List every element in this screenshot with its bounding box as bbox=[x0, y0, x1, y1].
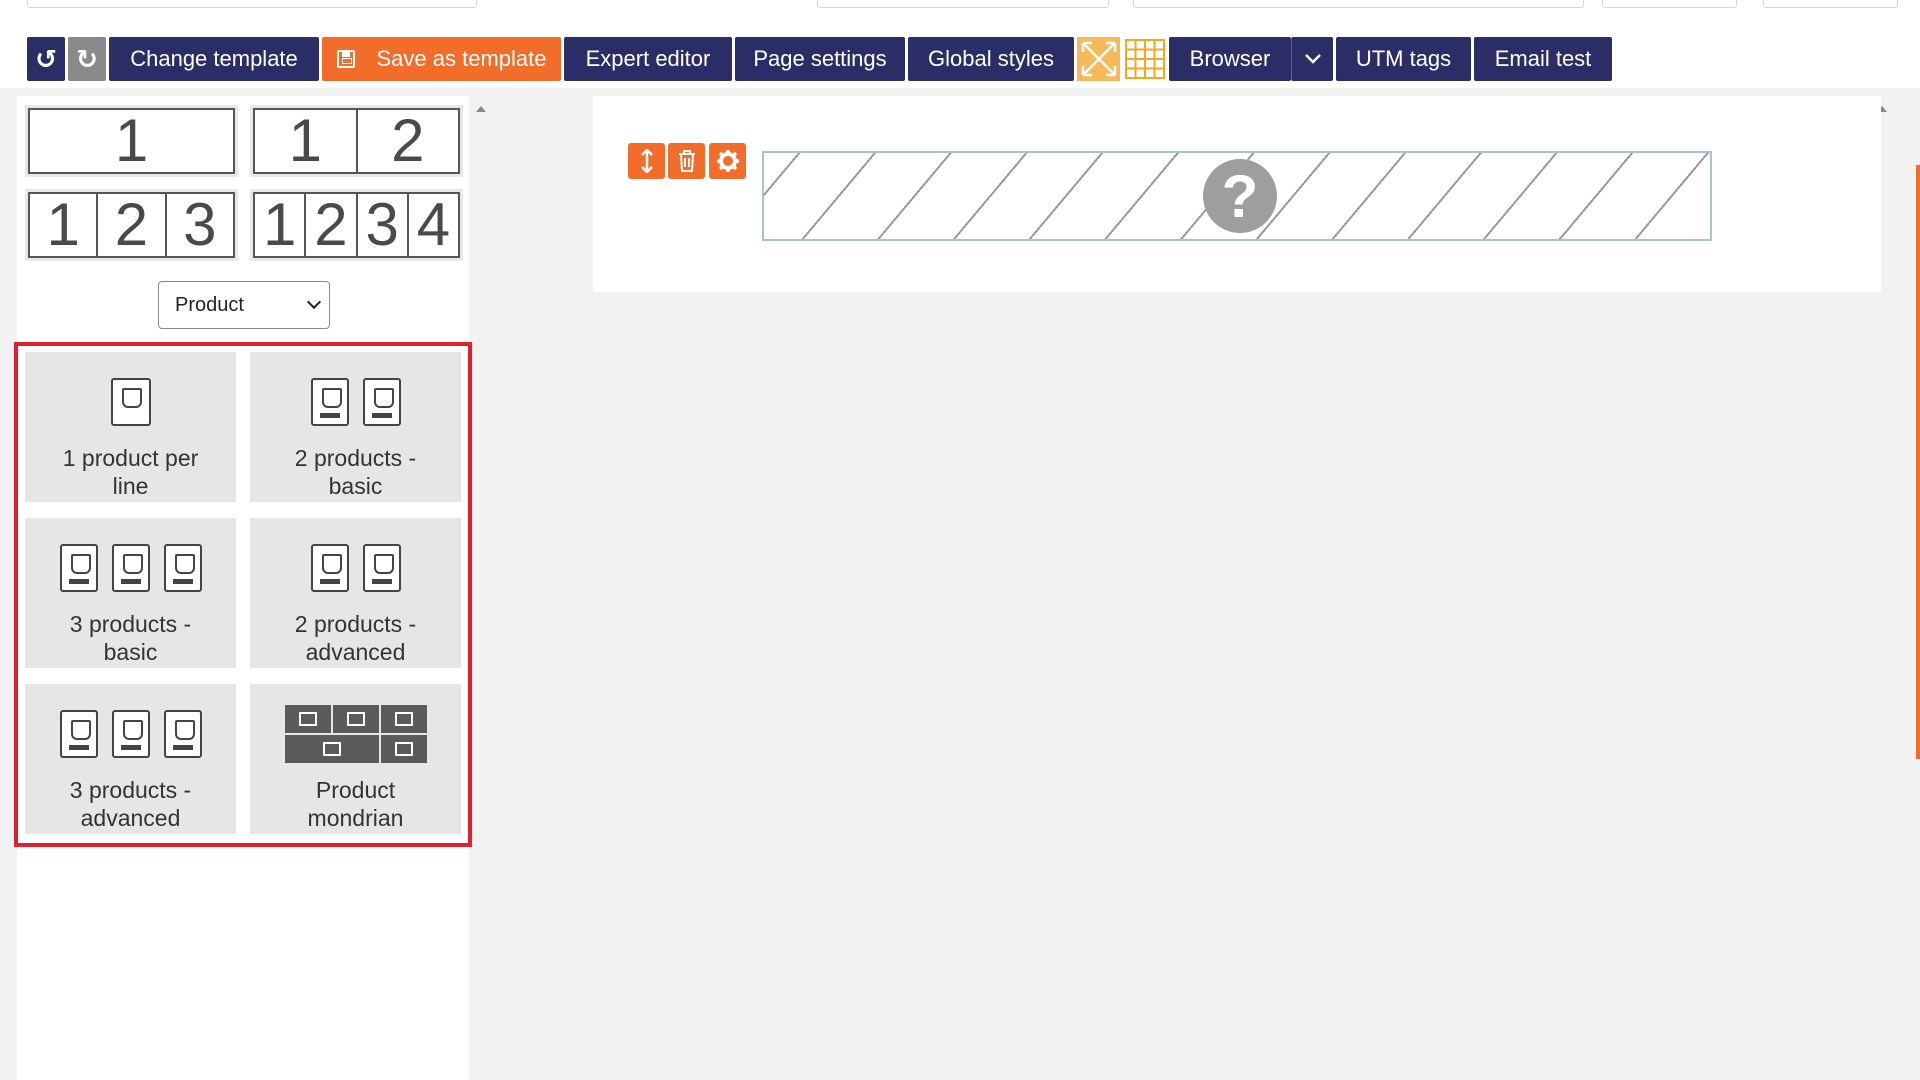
grid-toggle[interactable] bbox=[1123, 37, 1166, 81]
block-2-products-basic[interactable]: 2 products - basic bbox=[250, 352, 461, 502]
browser-label: Browser bbox=[1189, 46, 1271, 71]
image-icon bbox=[284, 705, 331, 733]
block-label: 3 products - advanced bbox=[69, 777, 192, 831]
global-styles-button[interactable]: Global styles bbox=[908, 37, 1074, 81]
question-mark-icon: ? bbox=[1203, 159, 1277, 233]
layout-two-columns[interactable]: 1 2 bbox=[253, 108, 460, 174]
change-template-label: Change template bbox=[130, 46, 298, 71]
layout-number: 4 bbox=[416, 191, 451, 258]
layout-number: 1 bbox=[30, 194, 99, 256]
block-3-products-advanced[interactable]: 3 products - advanced bbox=[25, 684, 236, 834]
block-category-value: Product bbox=[175, 293, 244, 316]
mondrian-grid-icon bbox=[284, 705, 427, 763]
image-icon bbox=[284, 735, 379, 763]
block-3-products-basic[interactable]: 3 products - basic bbox=[25, 518, 236, 668]
save-as-template-button[interactable]: Save as template bbox=[322, 37, 561, 81]
block-settings-button[interactable] bbox=[709, 143, 746, 179]
product-icon bbox=[163, 710, 202, 758]
block-product-mondrian[interactable]: Product mondrian bbox=[250, 684, 461, 834]
block-2-products-advanced[interactable]: 2 products - advanced bbox=[250, 518, 461, 668]
block-label: 2 products - advanced bbox=[294, 611, 417, 665]
delete-block-button[interactable] bbox=[668, 143, 705, 179]
question-mark-glyph: ? bbox=[1221, 162, 1259, 230]
top-field-1[interactable] bbox=[27, 0, 477, 8]
global-styles-label: Global styles bbox=[928, 46, 1054, 71]
expand-arrows-icon bbox=[1081, 41, 1116, 77]
move-block-button[interactable] bbox=[628, 143, 665, 179]
top-field-3[interactable] bbox=[1133, 0, 1584, 8]
redo-button[interactable]: ↻ bbox=[68, 37, 106, 81]
utm-tags-button[interactable]: UTM tags bbox=[1336, 37, 1471, 81]
layout-one-column[interactable]: 1 bbox=[28, 108, 235, 174]
top-field-4[interactable] bbox=[1602, 0, 1737, 8]
page-settings-button[interactable]: Page settings bbox=[735, 37, 905, 81]
expert-editor-button[interactable]: Expert editor bbox=[564, 37, 732, 81]
change-template-button[interactable]: Change template bbox=[109, 37, 319, 81]
layout-number: 1 bbox=[114, 107, 149, 174]
block-1-product-per-line[interactable]: 1 product per line bbox=[25, 352, 236, 502]
top-field-5[interactable] bbox=[1763, 0, 1898, 8]
product-hand-icon bbox=[110, 378, 151, 426]
layout-number: 1 bbox=[255, 110, 358, 172]
expert-editor-label: Expert editor bbox=[585, 46, 711, 71]
layout-number: 2 bbox=[306, 194, 358, 256]
block-label: 3 products - basic bbox=[69, 611, 192, 665]
browser-button[interactable]: Browser bbox=[1169, 37, 1291, 81]
layout-number: 2 bbox=[391, 107, 425, 174]
undo-button[interactable]: ↺ bbox=[27, 37, 65, 81]
browser-dropdown-button[interactable] bbox=[1291, 37, 1333, 81]
product-icon bbox=[59, 544, 98, 592]
product-icon bbox=[362, 378, 401, 426]
product-icon bbox=[59, 710, 98, 758]
top-field-2[interactable] bbox=[817, 0, 1109, 8]
layout-number: 3 bbox=[183, 191, 217, 258]
layout-number: 1 bbox=[255, 194, 307, 256]
product-icon bbox=[310, 544, 349, 592]
panel-scroll-up-arrow[interactable] bbox=[476, 106, 486, 112]
redo-icon: ↻ bbox=[76, 43, 98, 74]
image-icon bbox=[380, 705, 427, 733]
save-as-template-label: Save as template bbox=[376, 46, 547, 71]
block-label: 2 products - basic bbox=[294, 445, 417, 499]
undo-icon: ↺ bbox=[35, 43, 57, 74]
trash-icon bbox=[678, 150, 695, 172]
product-icon bbox=[111, 544, 150, 592]
gear-icon bbox=[716, 150, 739, 172]
product-icon bbox=[362, 544, 401, 592]
utm-tags-label: UTM tags bbox=[1355, 46, 1452, 71]
chevron-down-icon bbox=[1304, 54, 1321, 64]
chevron-down-icon bbox=[306, 294, 322, 310]
layout-four-columns[interactable]: 1 2 3 4 bbox=[253, 192, 460, 258]
block-label: 1 product per line bbox=[62, 445, 199, 499]
layout-three-columns[interactable]: 1 2 3 bbox=[28, 192, 235, 258]
product-icon bbox=[163, 544, 202, 592]
block-category-select[interactable]: Product bbox=[158, 281, 330, 329]
move-arrows-icon bbox=[640, 149, 653, 173]
floppy-disk-icon bbox=[336, 50, 355, 68]
layout-number: 3 bbox=[358, 194, 409, 256]
editor-toolbar: ↺ ↻ Change template Save as template Exp… bbox=[27, 37, 1615, 81]
block-label: Product mondrian bbox=[307, 777, 404, 831]
image-icon bbox=[380, 735, 427, 763]
blocks-panel: 1 1 2 1 2 3 1 2 3 4 Product 1 product pe… bbox=[14, 96, 472, 1080]
email-test-label: Email test bbox=[1494, 46, 1592, 71]
page-settings-label: Page settings bbox=[753, 46, 887, 71]
image-icon bbox=[332, 705, 379, 733]
email-test-button[interactable]: Email test bbox=[1474, 37, 1612, 81]
product-icon bbox=[111, 710, 150, 758]
layout-number: 2 bbox=[98, 194, 167, 256]
product-icon bbox=[310, 378, 349, 426]
grid-icon bbox=[1124, 39, 1165, 79]
right-edge-accent bbox=[1916, 165, 1920, 759]
fullscreen-toggle[interactable] bbox=[1077, 37, 1120, 81]
